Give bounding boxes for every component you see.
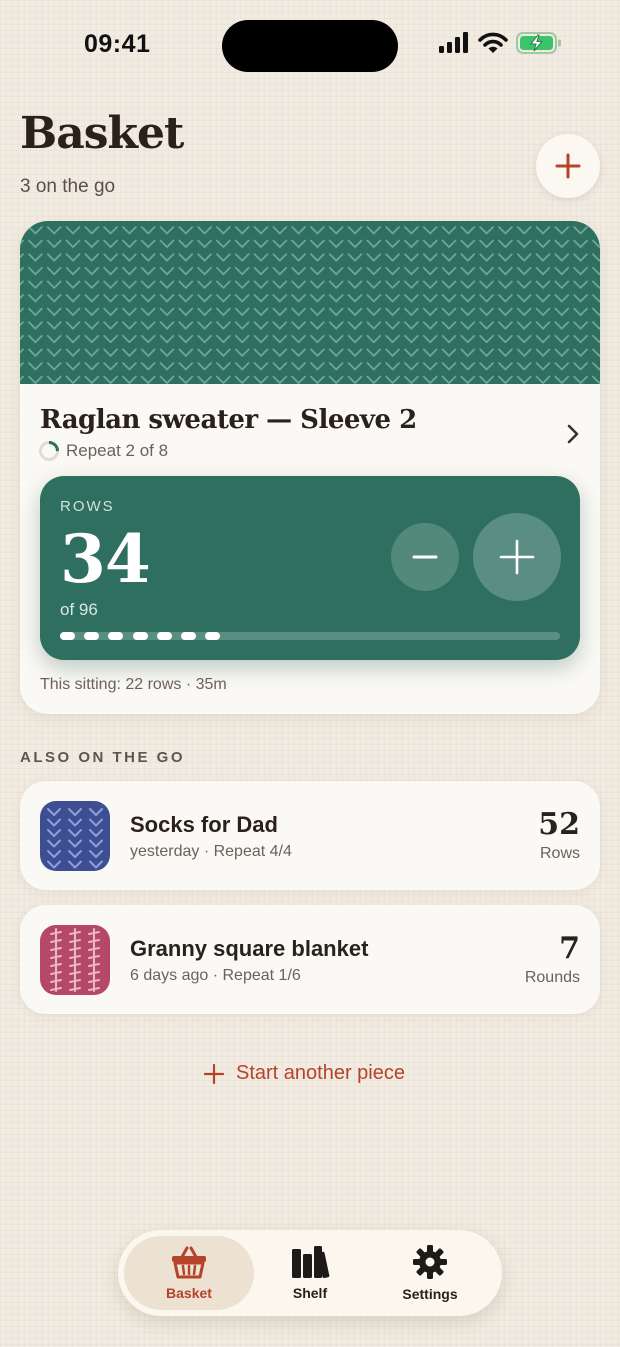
status-time: 09:41 bbox=[84, 30, 151, 58]
project-count: 52 bbox=[538, 807, 580, 842]
start-another-piece-button[interactable]: Start another piece bbox=[204, 1062, 405, 1085]
page-subtitle: 3 on the go bbox=[20, 176, 116, 197]
tab-label: Basket bbox=[166, 1285, 212, 1301]
counter-label: ROWS bbox=[60, 498, 115, 515]
plus-icon bbox=[204, 1063, 224, 1084]
minus-icon bbox=[412, 555, 438, 559]
battery-charging-icon bbox=[516, 32, 561, 54]
start-another-label: Start another piece bbox=[236, 1062, 405, 1084]
row-progress-segment bbox=[108, 632, 124, 640]
knit-v-pattern-icon bbox=[40, 801, 110, 871]
project-count: 7 bbox=[559, 931, 580, 966]
chevron-right-icon[interactable] bbox=[566, 423, 580, 445]
row-counter: ROWS 34 of 96 bbox=[40, 476, 580, 660]
tab-shelf[interactable]: Shelf bbox=[248, 1236, 372, 1310]
add-project-button[interactable] bbox=[536, 134, 600, 198]
wifi-icon bbox=[478, 32, 508, 53]
books-icon bbox=[292, 1246, 330, 1279]
page-title: Basket bbox=[20, 108, 184, 159]
tab-label: Shelf bbox=[292, 1285, 328, 1301]
project-meta: 6 days ago · Repeat 1/6 bbox=[130, 967, 301, 984]
tab-label: Settings bbox=[402, 1286, 458, 1302]
status-icons bbox=[438, 32, 562, 54]
row-progress-segment bbox=[84, 632, 100, 640]
project-title: Raglan sweater — Sleeve 2 bbox=[40, 405, 417, 435]
sitting-summary: This sitting: 22 rows · 35m bbox=[40, 676, 227, 693]
row-progress-segment bbox=[205, 632, 221, 640]
tab-basket[interactable]: Basket bbox=[124, 1236, 254, 1310]
repeat-progress-ring-icon bbox=[39, 441, 59, 461]
row-progress-segment bbox=[156, 632, 172, 640]
row-count: 34 bbox=[60, 520, 151, 598]
plus-icon bbox=[555, 153, 581, 179]
gear-icon bbox=[413, 1245, 447, 1279]
project-name: Granny square blanket bbox=[130, 936, 369, 961]
repeat-status: Repeat 2 of 8 bbox=[38, 440, 168, 462]
row-progress-segment bbox=[132, 632, 148, 640]
tab-bar: Basket Shelf Settings bbox=[118, 1230, 502, 1316]
project-item-granny-square[interactable]: Granny square blanket 6 days ago · Repea… bbox=[20, 905, 600, 1014]
repeat-label: Repeat 2 of 8 bbox=[66, 441, 169, 460]
decrement-row-button[interactable] bbox=[391, 523, 459, 591]
row-progress-segment bbox=[181, 632, 196, 640]
project-count-unit: Rounds bbox=[524, 969, 580, 986]
crochet-pattern-icon bbox=[40, 925, 110, 995]
project-item-socks[interactable]: Socks for Dad yesterday · Repeat 4/4 52 … bbox=[20, 781, 600, 890]
section-header: ALSO ON THE GO bbox=[20, 749, 186, 766]
knit-pattern-banner bbox=[20, 221, 600, 384]
project-name: Socks for Dad bbox=[130, 812, 278, 837]
increment-row-button[interactable] bbox=[473, 513, 561, 601]
dynamic-island bbox=[222, 20, 398, 72]
row-total: of 96 bbox=[60, 600, 98, 619]
current-project-card[interactable]: Raglan sweater — Sleeve 2 Repeat 2 of 8 … bbox=[20, 221, 600, 714]
project-meta: yesterday · Repeat 4/4 bbox=[130, 843, 292, 860]
row-progress-segment bbox=[60, 632, 75, 640]
plus-icon bbox=[499, 539, 535, 575]
cellular-signal-icon bbox=[439, 32, 468, 53]
basket-icon bbox=[172, 1246, 206, 1279]
row-progress-bar bbox=[60, 632, 560, 640]
project-count-unit: Rows bbox=[539, 845, 580, 862]
tab-settings[interactable]: Settings bbox=[368, 1236, 492, 1310]
